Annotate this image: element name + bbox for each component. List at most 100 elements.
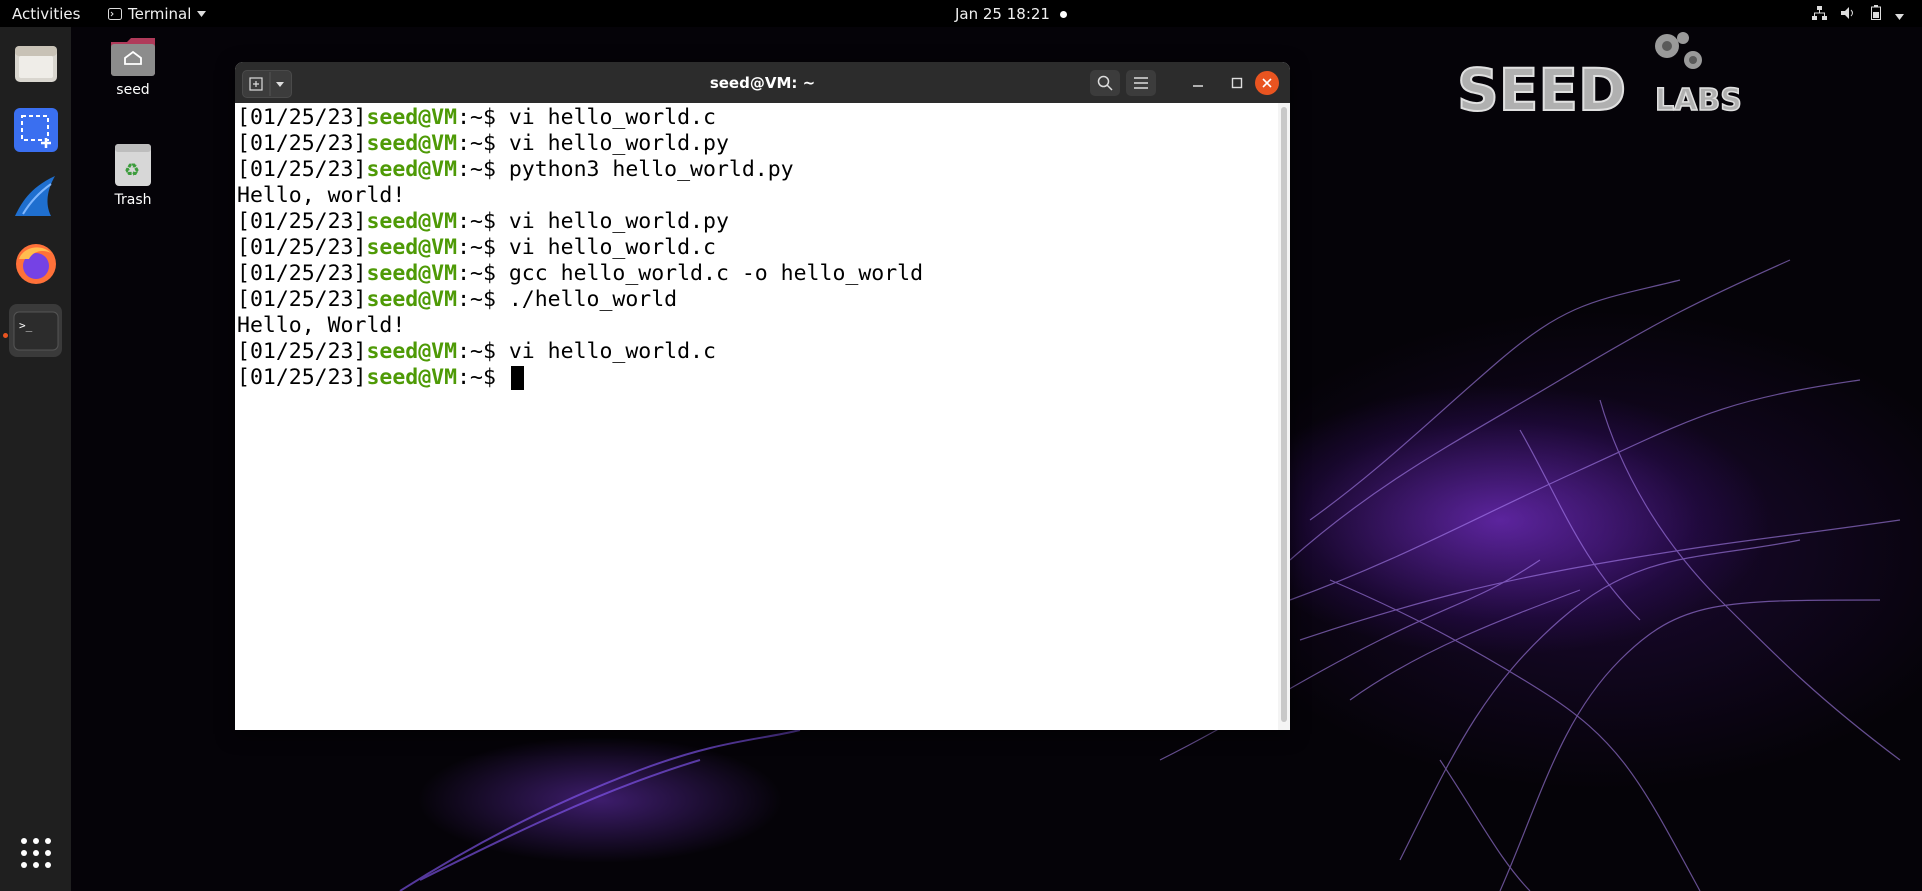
svg-text:>_: >_ bbox=[19, 319, 33, 332]
system-tray[interactable] bbox=[1812, 5, 1904, 24]
terminal-small-icon bbox=[108, 8, 122, 20]
prompt-path: :~$ bbox=[457, 339, 509, 364]
prompt-path: :~$ bbox=[457, 105, 509, 130]
prompt-user: seed@VM bbox=[366, 287, 458, 312]
app-menu-label: Terminal bbox=[128, 5, 192, 23]
prompt-date: [01/25/23] bbox=[237, 261, 367, 286]
command-text: vi hello_world.c bbox=[508, 235, 716, 260]
screenshot-icon bbox=[13, 107, 58, 152]
clock[interactable]: Jan 25 18:21 bbox=[955, 5, 1067, 23]
svg-text:♻: ♻ bbox=[124, 160, 140, 181]
window-titlebar[interactable]: seed@VM: ~ bbox=[235, 62, 1290, 103]
terminal-window: seed@VM: ~ [01/25/23]seed@VM:~$ vi hello… bbox=[235, 62, 1290, 730]
command-text: vi hello_world.c bbox=[508, 339, 716, 364]
command-text: vi hello_world.py bbox=[508, 209, 729, 234]
clock-text: Jan 25 18:21 bbox=[955, 5, 1050, 23]
output-text: Hello, World! bbox=[237, 313, 406, 338]
scrollbar[interactable] bbox=[1278, 103, 1290, 730]
firefox-icon bbox=[15, 243, 56, 284]
volume-icon bbox=[1841, 6, 1857, 24]
dock-wireshark[interactable] bbox=[9, 170, 62, 223]
chevron-down-icon bbox=[1895, 6, 1904, 24]
battery-icon bbox=[1871, 5, 1881, 24]
text-cursor bbox=[510, 366, 524, 390]
maximize-icon bbox=[1231, 77, 1243, 89]
hamburger-menu-icon bbox=[1134, 77, 1148, 89]
dock-files[interactable] bbox=[9, 36, 62, 89]
top-bar: Activities Terminal Jan 25 18:21 bbox=[0, 0, 1922, 27]
app-menu[interactable]: Terminal bbox=[108, 5, 207, 23]
prompt-date: [01/25/23] bbox=[237, 339, 367, 364]
prompt-user: seed@VM bbox=[366, 365, 458, 390]
wireshark-icon bbox=[14, 175, 55, 216]
desktop-icon-trash[interactable]: ♻ Trash bbox=[93, 142, 173, 208]
prompt-user: seed@VM bbox=[366, 339, 458, 364]
prompt-path: :~$ bbox=[457, 131, 509, 156]
prompt-user: seed@VM bbox=[366, 235, 458, 260]
desktop-icon-seed[interactable]: seed bbox=[93, 34, 173, 98]
prompt-path: :~$ bbox=[457, 157, 509, 182]
dock-terminal[interactable]: >_ bbox=[9, 304, 62, 357]
prompt-date: [01/25/23] bbox=[237, 209, 367, 234]
prompt-user: seed@VM bbox=[366, 209, 458, 234]
maximize-button[interactable] bbox=[1224, 70, 1250, 96]
command-text: python3 hello_world.py bbox=[508, 157, 794, 182]
terminal-output[interactable]: [01/25/23]seed@VM:~$ vi hello_world.c [01… bbox=[235, 103, 1278, 730]
prompt-path: :~$ bbox=[457, 261, 509, 286]
command-text: ./hello_world bbox=[508, 287, 678, 312]
terminal-prompt-line: [01/25/23]seed@VM:~$ vi hello_world.c bbox=[237, 105, 1278, 131]
terminal-prompt-line: [01/25/23]seed@VM:~$ python3 hello_world… bbox=[237, 157, 1278, 183]
terminal-output-line: Hello, World! bbox=[237, 313, 1278, 339]
scrollbar-thumb[interactable] bbox=[1281, 107, 1287, 722]
prompt-user: seed@VM bbox=[366, 157, 458, 182]
files-icon bbox=[14, 45, 57, 82]
dock-firefox[interactable] bbox=[9, 237, 62, 290]
app-grid-icon bbox=[20, 837, 51, 868]
prompt-date: [01/25/23] bbox=[237, 287, 367, 312]
notification-dot-icon bbox=[1059, 10, 1067, 18]
search-icon bbox=[1097, 75, 1113, 91]
close-button[interactable] bbox=[1255, 71, 1279, 95]
prompt-path: :~$ bbox=[457, 235, 509, 260]
menu-button[interactable] bbox=[1126, 70, 1156, 96]
network-icon bbox=[1812, 5, 1827, 24]
prompt-date: [01/25/23] bbox=[237, 131, 367, 156]
terminal-output-line: Hello, world! bbox=[237, 183, 1278, 209]
prompt-date: [01/25/23] bbox=[237, 157, 367, 182]
prompt-path: :~$ bbox=[457, 209, 509, 234]
prompt-user: seed@VM bbox=[366, 261, 458, 286]
prompt-date: [01/25/23] bbox=[237, 235, 367, 260]
output-text: Hello, world! bbox=[237, 183, 406, 208]
seed-labs-logo: SEED LABS bbox=[1455, 28, 1755, 125]
terminal-prompt-line: [01/25/23]seed@VM:~$ bbox=[237, 365, 1278, 391]
running-indicator bbox=[3, 333, 8, 338]
home-folder-icon bbox=[111, 38, 155, 76]
command-text: gcc hello_world.c -o hello_world bbox=[508, 261, 924, 286]
logo-text-main: SEED bbox=[1457, 56, 1626, 118]
search-button[interactable] bbox=[1090, 70, 1120, 96]
prompt-date: [01/25/23] bbox=[237, 365, 367, 390]
close-icon bbox=[1262, 78, 1272, 88]
terminal-prompt-line: [01/25/23]seed@VM:~$ vi hello_world.c bbox=[237, 235, 1278, 261]
terminal-prompt-line: [01/25/23]seed@VM:~$ gcc hello_world.c -… bbox=[237, 261, 1278, 287]
show-applications-button[interactable] bbox=[9, 826, 62, 879]
dock: >_ bbox=[0, 27, 71, 891]
terminal-prompt-line: [01/25/23]seed@VM:~$ vi hello_world.c bbox=[237, 339, 1278, 365]
logo-text-sub: LABS bbox=[1655, 83, 1742, 118]
command-text: vi hello_world.c bbox=[508, 105, 716, 130]
minimize-icon bbox=[1193, 85, 1203, 87]
minimize-button[interactable] bbox=[1185, 70, 1211, 96]
dock-screenshot[interactable] bbox=[9, 103, 62, 156]
activities-button[interactable]: Activities bbox=[12, 5, 80, 23]
prompt-path: :~$ bbox=[457, 365, 509, 390]
chevron-down-icon bbox=[197, 11, 207, 17]
terminal-prompt-line: [01/25/23]seed@VM:~$ vi hello_world.py bbox=[237, 131, 1278, 157]
command-text: vi hello_world.py bbox=[508, 131, 729, 156]
desktop-icon-label: seed bbox=[116, 82, 150, 98]
terminal-prompt-line: [01/25/23]seed@VM:~$ ./hello_world bbox=[237, 287, 1278, 313]
prompt-path: :~$ bbox=[457, 287, 509, 312]
prompt-user: seed@VM bbox=[366, 105, 458, 130]
terminal-icon: >_ bbox=[13, 311, 58, 350]
trash-icon: ♻ bbox=[115, 144, 151, 186]
desktop-icon-label: Trash bbox=[114, 192, 152, 208]
